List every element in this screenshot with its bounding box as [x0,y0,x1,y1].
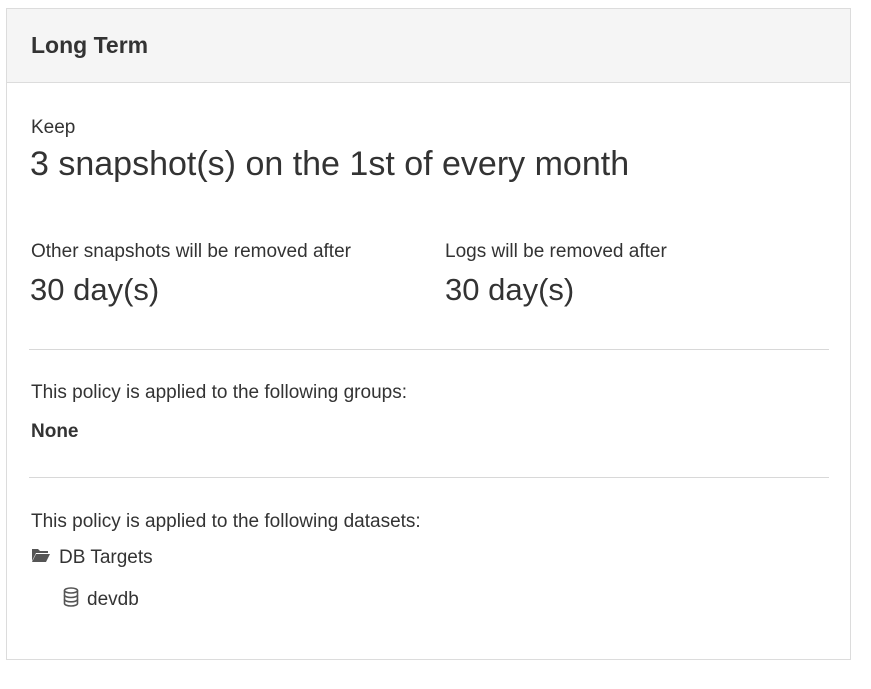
divider [29,349,829,350]
policy-panel: Long Term Keep 3 snapshot(s) on the 1st … [6,8,851,660]
folder-open-icon [31,547,51,569]
datasets-label: This policy is applied to the following … [31,511,421,532]
dataset-folder[interactable]: DB Targets [31,547,153,569]
keep-value: 3 snapshot(s) on the 1st of every month [30,145,630,183]
other-snapshots-value: 30 day(s) [30,272,160,307]
panel-title: Long Term [31,32,149,58]
divider [29,477,829,478]
dataset-folder-label: DB Targets [59,547,153,568]
dataset-item-label: devdb [87,589,139,610]
other-snapshots-label: Other snapshots will be removed after [31,241,351,262]
groups-value: None [31,421,79,442]
dataset-item[interactable]: devdb [63,587,139,613]
logs-value: 30 day(s) [445,272,575,307]
panel-header: Long Term [7,9,850,83]
keep-label: Keep [31,117,76,138]
logs-label: Logs will be removed after [445,241,667,262]
groups-label: This policy is applied to the following … [31,382,407,403]
database-icon [63,587,79,613]
